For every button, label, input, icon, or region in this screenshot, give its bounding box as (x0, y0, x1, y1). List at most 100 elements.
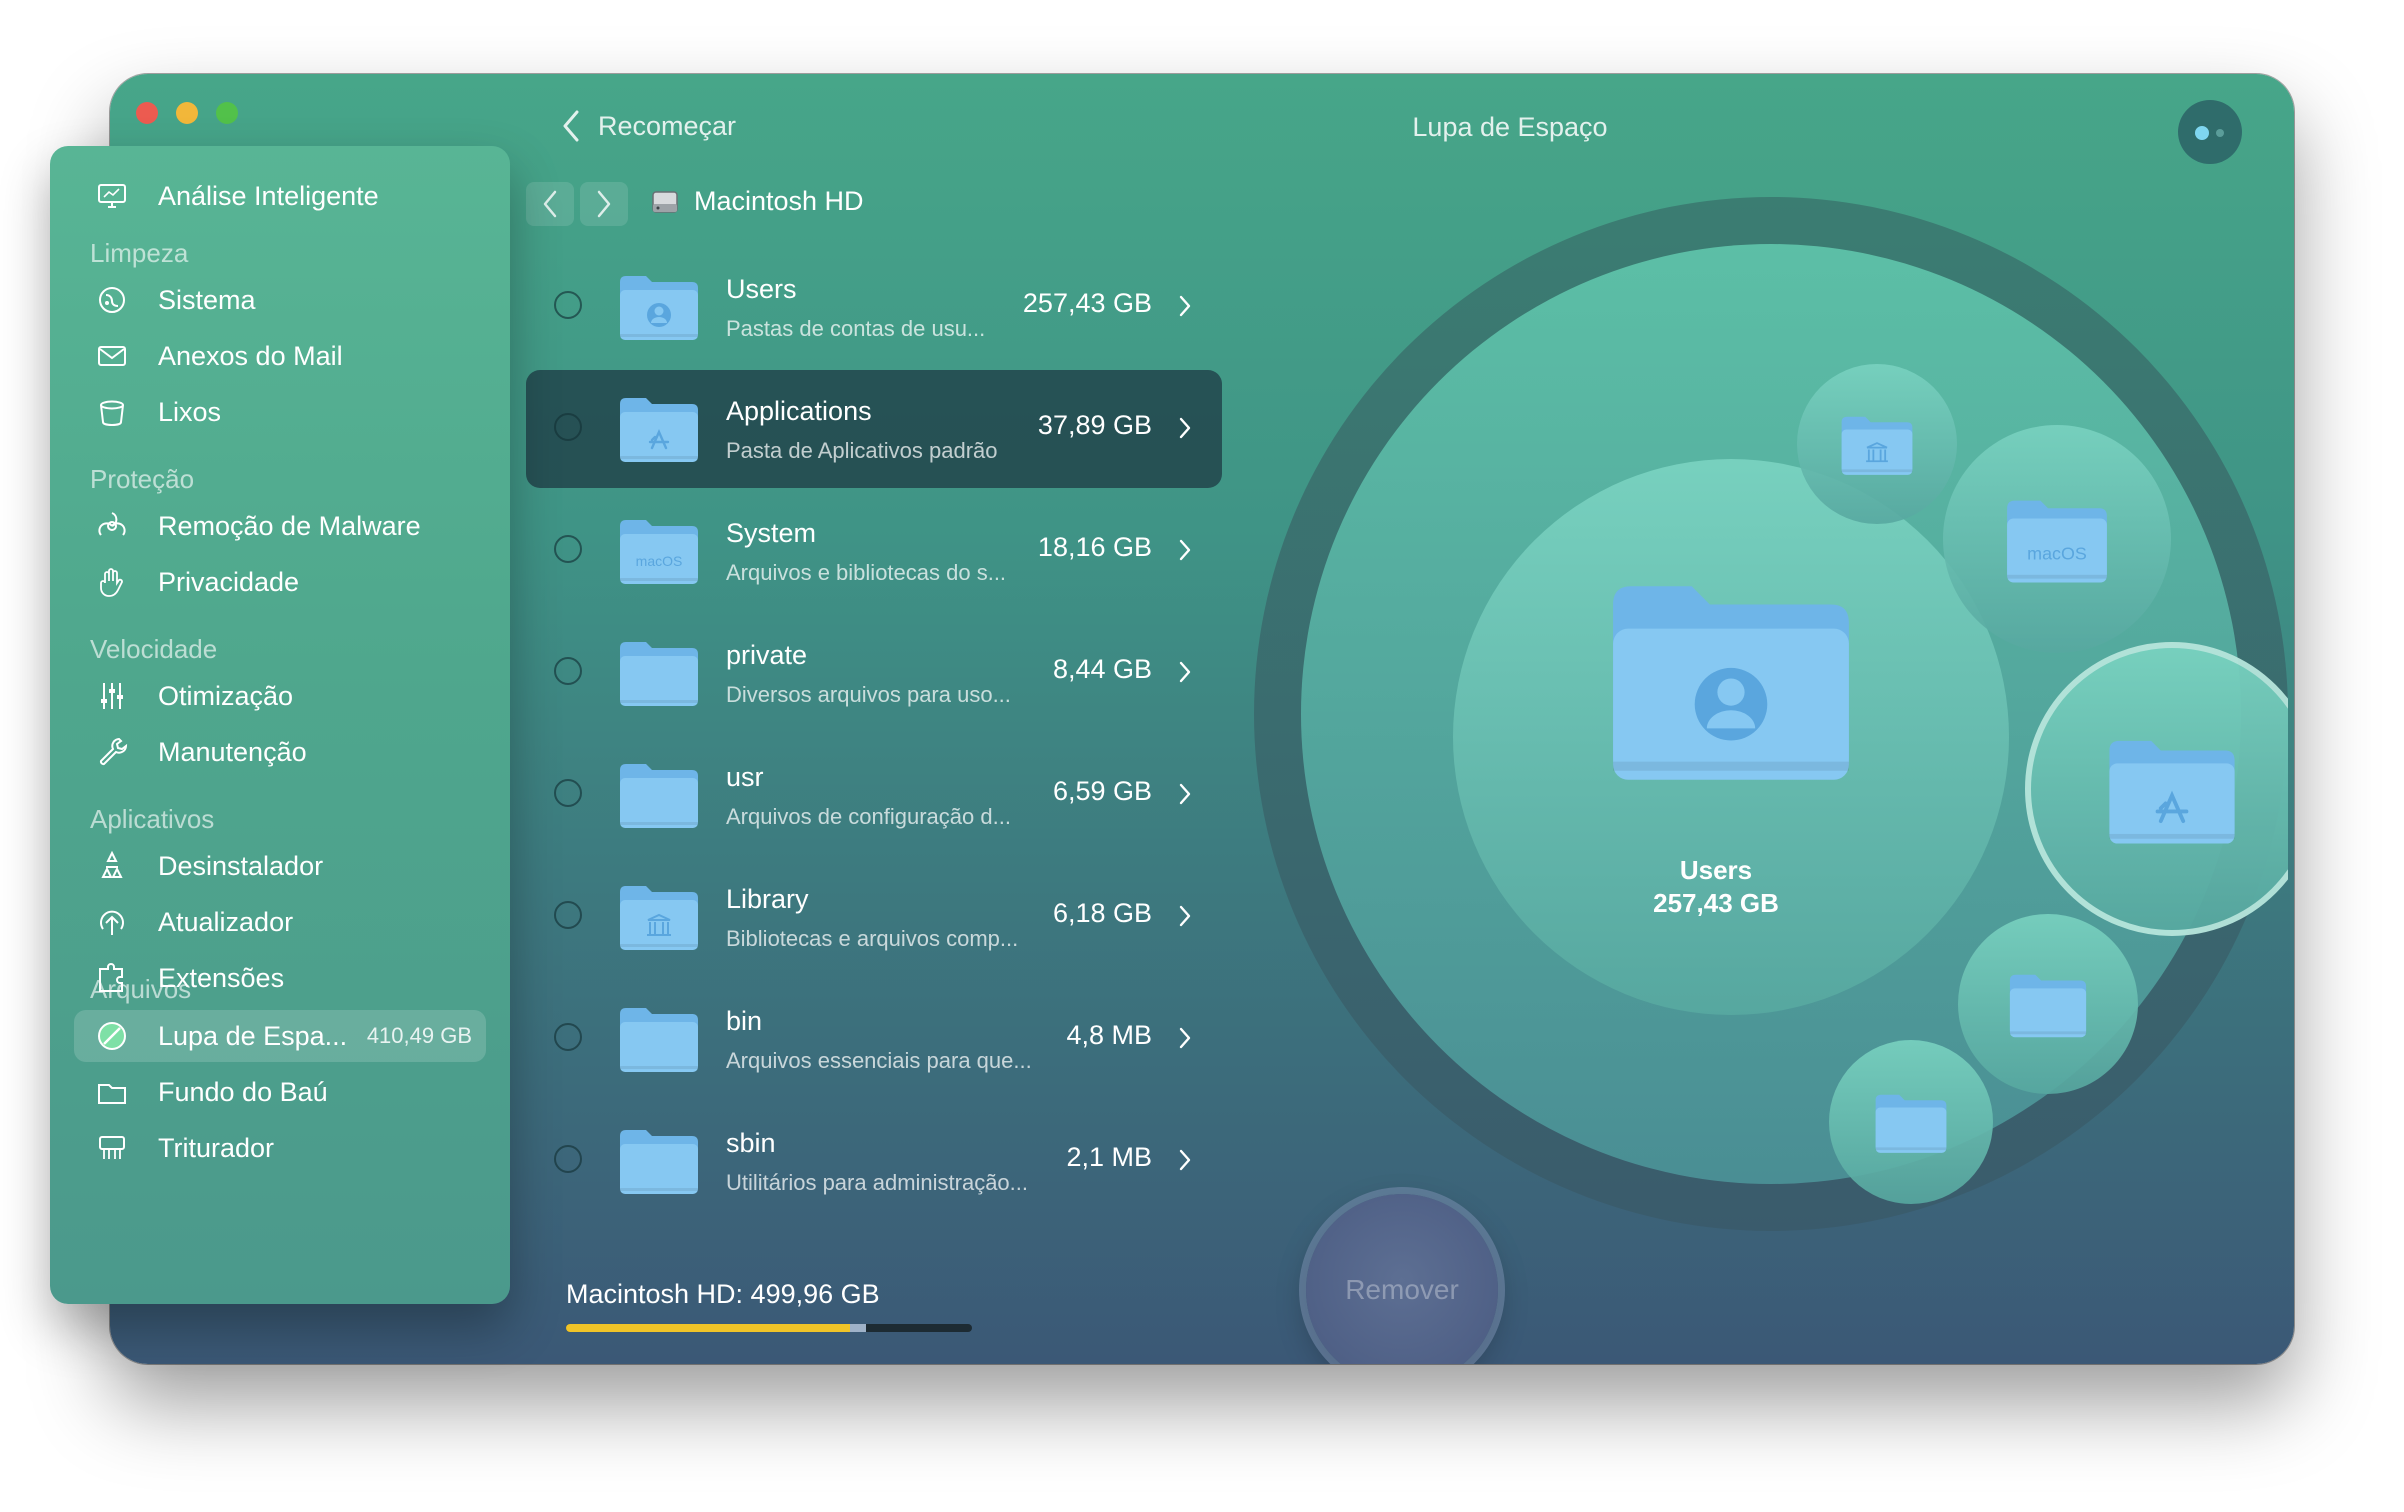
sidebar-item-manuten-o[interactable]: Manutenção (74, 726, 536, 778)
chevron-right-icon[interactable] (1178, 415, 1192, 441)
breadcrumb[interactable]: Macintosh HD (650, 186, 864, 217)
usr-folder-icon (1875, 1094, 1947, 1153)
sidebar-item-atualizador[interactable]: Atualizador (74, 896, 536, 948)
sidebar-item-privacidade[interactable]: Privacidade (74, 556, 536, 608)
sidebar-item-label: Remoção de Malware (158, 510, 421, 541)
chevron-right-icon (597, 190, 611, 218)
wrench-icon (94, 734, 130, 770)
item-name: private (726, 640, 808, 670)
select-checkbox[interactable] (554, 901, 582, 929)
disk-selection-fill (850, 1324, 867, 1332)
item-name: Applications (726, 396, 872, 426)
chevron-right-icon[interactable] (1178, 781, 1192, 807)
select-checkbox[interactable] (554, 1145, 582, 1173)
sidebar-item-label: Fundo do Baú (158, 1076, 328, 1107)
list-item-sbin[interactable]: sbin Utilitários para administração... 2,1… (526, 1102, 1222, 1220)
applications-folder-icon (2109, 740, 2235, 844)
sidebar-item-label: Lupa de Espa... (158, 1020, 348, 1051)
zoom-button[interactable] (216, 102, 238, 124)
sidebar-item-label: Desinstalador (158, 850, 324, 881)
sidebar-item-lixos[interactable]: Lixos (74, 386, 536, 438)
list-item-system[interactable]: macOS System Arquivos e bibliotecas do s..… (526, 492, 1222, 610)
item-name: Users (726, 274, 797, 304)
chevron-right-icon[interactable] (1178, 537, 1192, 563)
item-description: Pasta de Aplicativos padrão (726, 438, 998, 463)
item-size: 8,44 GB (1052, 654, 1152, 684)
assistant-dot-small-icon (2216, 129, 2224, 137)
folder-icon (616, 1000, 702, 1076)
list-item-users[interactable]: Users Pastas de contas de usu... 257,43 GB (526, 250, 1222, 366)
nav-forward-button[interactable] (580, 182, 628, 226)
chevron-right-icon[interactable] (1178, 293, 1192, 319)
breadcrumb-label: Macintosh HD (694, 186, 864, 216)
chevron-right-icon[interactable] (1178, 1147, 1192, 1173)
space-lens-icon (94, 1018, 130, 1054)
chevron-right-icon[interactable] (1178, 903, 1192, 929)
sidebar-item-an-lise-inteligente[interactable]: Análise Inteligente (74, 170, 536, 222)
sidebar-item-sistema[interactable]: Sistema (74, 274, 536, 326)
select-checkbox[interactable] (554, 1023, 582, 1051)
item-size: 257,43 GB (1022, 288, 1152, 318)
users-bubble-label: Users 257,43 GB (1546, 854, 1886, 920)
folder-icon (616, 1244, 702, 1252)
item-description: Arquivos essenciais para que... (726, 1048, 1032, 1073)
sidebar-section-title: Velocidade (90, 634, 218, 664)
back-label: Recomeçar (598, 110, 737, 141)
system-folder-icon: macOS (2007, 500, 2107, 583)
item-size: 6,59 GB (1052, 776, 1152, 806)
sidebar-item-remo-o-de-malware[interactable]: Remoção de Malware (74, 500, 536, 552)
item-size: 18,16 GB (1037, 532, 1152, 562)
svg-text:macOS: macOS (636, 553, 683, 569)
minimize-button[interactable] (176, 102, 198, 124)
list-item-library[interactable]: Library Bibliotecas e arquivos comp... 6,1… (526, 858, 1222, 976)
list-item-home[interactable]: home (526, 1224, 1222, 1252)
sidebar-item-otimiza-o[interactable]: Otimização (74, 670, 536, 722)
folder-icon (94, 1074, 130, 1110)
library-folder-icon (1841, 416, 1913, 475)
select-checkbox[interactable] (554, 413, 582, 441)
chevron-right-icon[interactable] (1178, 659, 1192, 685)
folder-icon (616, 634, 702, 710)
item-description: Arquivos e bibliotecas do s... (726, 560, 1007, 585)
list-item-private[interactable]: private Diversos arquivos para uso... 8,44… (526, 614, 1222, 732)
select-checkbox[interactable] (554, 291, 582, 319)
folder-icon: macOS (616, 512, 702, 588)
list-item-usr[interactable]: usr Arquivos de configuração d... 6,59 GB (526, 736, 1222, 854)
item-name: usr (726, 762, 764, 792)
select-checkbox[interactable] (554, 657, 582, 685)
select-checkbox[interactable] (554, 779, 582, 807)
biohazard-icon (94, 508, 130, 544)
trash-icon (94, 394, 130, 430)
item-name: home (726, 1250, 794, 1252)
folder-icon (616, 390, 702, 466)
users-folder-icon (1613, 586, 1849, 780)
sidebar-item-fundo-do-ba[interactable]: Fundo do Baú (74, 1066, 536, 1118)
list-item-applications[interactable]: Applications Pasta de Aplicativos padrão 3… (526, 370, 1222, 488)
select-checkbox[interactable] (554, 535, 582, 563)
updater-icon (94, 904, 130, 940)
space-lens-visualization: macOS (1254, 197, 2288, 1231)
back-button[interactable]: Recomeçar (560, 104, 736, 148)
item-description: Bibliotecas e arquivos comp... (726, 926, 1019, 951)
sidebar-item-label: Privacidade (158, 566, 300, 597)
item-size: 6,18 GB (1052, 898, 1152, 928)
assistant-button[interactable] (2178, 100, 2242, 164)
monitor-icon (94, 178, 130, 214)
item-size: 37,89 GB (1037, 410, 1152, 440)
sliders-icon (94, 678, 130, 714)
sidebar-item-lupa-de-espa[interactable]: Lupa de Espa... 410,49 GB (74, 1010, 486, 1062)
chevron-right-icon[interactable] (1178, 1025, 1192, 1051)
folder-icon (616, 878, 702, 954)
chevron-left-icon (563, 110, 579, 142)
list-item-bin[interactable]: bin Arquivos essenciais para que... 4,8 MB (526, 980, 1222, 1098)
sidebar-item-triturador[interactable]: Triturador (74, 1122, 536, 1174)
item-size: 4,8 MB (1066, 1020, 1152, 1050)
users-bubble-size: 257,43 GB (1653, 888, 1779, 918)
sidebar-item-anexos-do-mail[interactable]: Anexos do Mail (74, 330, 536, 382)
disk-usage-bar (566, 1324, 972, 1332)
sidebar-item-desinstalador[interactable]: Desinstalador (74, 840, 536, 892)
sidebar-section-title: Arquivos (90, 974, 192, 1004)
sidebar-item-label: Lixos (158, 396, 222, 427)
close-button[interactable] (136, 102, 158, 124)
item-name: Library (726, 884, 809, 914)
